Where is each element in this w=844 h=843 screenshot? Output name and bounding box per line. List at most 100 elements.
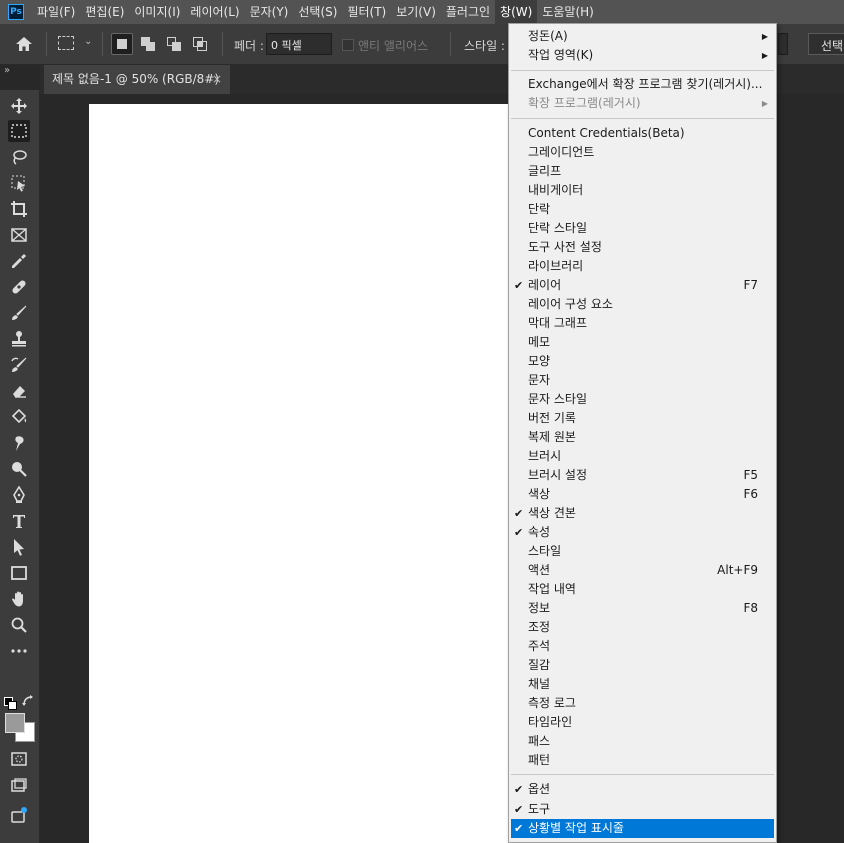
- menu-help[interactable]: 도움말(H): [537, 0, 599, 24]
- screen-mode-icon[interactable]: [8, 775, 30, 797]
- more-tools-icon[interactable]: [8, 640, 30, 662]
- menu-view[interactable]: 보기(V): [391, 0, 441, 24]
- frame-tool-icon[interactable]: [8, 224, 30, 246]
- feather-input[interactable]: 0 픽셀: [266, 33, 332, 55]
- menu-item[interactable]: 단락: [511, 200, 774, 219]
- crop-tool-icon[interactable]: [8, 198, 30, 220]
- clone-stamp-tool-icon[interactable]: [8, 328, 30, 350]
- menu-layer[interactable]: 레이어(L): [185, 0, 244, 24]
- select-and-mask-button[interactable]: 선택: [808, 33, 844, 55]
- menu-item[interactable]: 측정 로그: [511, 694, 774, 713]
- menu-item[interactable]: 패턴: [511, 751, 774, 770]
- dodge-tool-icon[interactable]: [8, 458, 30, 480]
- menu-item[interactable]: ✔ 옵션: [511, 780, 774, 799]
- menu-bar: Ps 파일(F) 편집(E) 이미지(I) 레이어(L) 문자(Y) 선택(S)…: [0, 0, 844, 24]
- menu-item[interactable]: 문자 스타일: [511, 390, 774, 409]
- check-icon: ✔: [514, 822, 524, 835]
- lasso-tool-icon[interactable]: [8, 146, 30, 168]
- menu-item[interactable]: 작업 내역: [511, 580, 774, 599]
- intersect-selection-button[interactable]: [190, 33, 212, 55]
- eraser-tool-icon[interactable]: [8, 380, 30, 402]
- marquee-preset-icon[interactable]: [58, 36, 74, 50]
- menu-item[interactable]: 그레이디언트: [511, 143, 774, 162]
- swap-colors-icon[interactable]: [21, 694, 35, 708]
- brush-tool-icon[interactable]: [8, 302, 30, 324]
- menu-item[interactable]: ✔ 도구: [511, 800, 774, 819]
- menu-item[interactable]: 도구 사전 설정: [511, 238, 774, 257]
- menu-select[interactable]: 선택(S): [293, 0, 342, 24]
- menu-item-find-extensions[interactable]: Exchange에서 확장 프로그램 찾기(레거시)...: [511, 75, 774, 94]
- menu-plugins[interactable]: 플러그인: [441, 0, 495, 24]
- menu-item-label: 조정: [528, 620, 551, 634]
- menu-item[interactable]: 패스: [511, 732, 774, 751]
- menu-filter[interactable]: 필터(T): [342, 0, 391, 24]
- object-selection-tool-icon[interactable]: [8, 172, 30, 194]
- add-selection-button[interactable]: [138, 33, 160, 55]
- rectangle-tool-icon[interactable]: [8, 562, 30, 584]
- home-icon[interactable]: [14, 34, 34, 54]
- eyedropper-tool-icon[interactable]: [8, 250, 30, 272]
- history-brush-tool-icon[interactable]: [8, 354, 30, 376]
- menu-item[interactable]: 색상 F6: [511, 485, 774, 504]
- menu-item[interactable]: 액션 Alt+F9: [511, 561, 774, 580]
- smudge-tool-icon[interactable]: [8, 432, 30, 454]
- quick-mask-icon[interactable]: [8, 748, 30, 770]
- foreground-color-swatch[interactable]: [5, 713, 25, 733]
- move-tool-icon[interactable]: [8, 95, 30, 117]
- document-canvas[interactable]: [89, 104, 509, 843]
- menu-item[interactable]: 모양: [511, 352, 774, 371]
- contextual-taskbar-icon[interactable]: [8, 804, 30, 826]
- menu-item[interactable]: ✔ 색상 견본: [511, 504, 774, 523]
- menu-window[interactable]: 창(W): [495, 0, 538, 24]
- menu-item[interactable]: 레이어 구성 요소: [511, 295, 774, 314]
- menu-item[interactable]: 채널: [511, 675, 774, 694]
- menu-item[interactable]: ✔ 상황별 작업 표시줄: [511, 819, 774, 838]
- menu-item[interactable]: 글리프: [511, 162, 774, 181]
- menu-item[interactable]: 주석: [511, 637, 774, 656]
- menu-item-label: 라이브러리: [528, 259, 584, 273]
- close-icon[interactable]: ×: [212, 65, 222, 94]
- rectangular-marquee-tool-icon[interactable]: [8, 120, 30, 142]
- height-input[interactable]: [778, 33, 788, 55]
- menu-item[interactable]: ✔ 속성: [511, 523, 774, 542]
- menu-item[interactable]: ✔ 레이어 F7: [511, 276, 774, 295]
- document-tab[interactable]: 제목 없음-1 @ 50% (RGB/8#) ×: [44, 65, 230, 94]
- menu-item[interactable]: 질감: [511, 656, 774, 675]
- menu-item[interactable]: 메모: [511, 333, 774, 352]
- menu-item-label: 브러시 설정: [528, 468, 588, 482]
- menu-item[interactable]: 정보 F8: [511, 599, 774, 618]
- menu-item[interactable]: 내비게이터: [511, 181, 774, 200]
- menu-item[interactable]: 스타일: [511, 542, 774, 561]
- menu-item[interactable]: 브러시: [511, 447, 774, 466]
- menu-item-arrange[interactable]: 정돈(A) ▶: [511, 27, 774, 46]
- collapse-toolbar-icon[interactable]: »: [4, 65, 10, 76]
- healing-brush-tool-icon[interactable]: [8, 276, 30, 298]
- chevron-down-icon[interactable]: ⌄: [84, 36, 92, 47]
- menu-image[interactable]: 이미지(I): [129, 0, 185, 24]
- menu-item[interactable]: 브러시 설정 F5: [511, 466, 774, 485]
- subtract-selection-button[interactable]: [164, 33, 186, 55]
- zoom-tool-icon[interactable]: [8, 614, 30, 636]
- menu-item[interactable]: 문자: [511, 371, 774, 390]
- menu-item-workspace[interactable]: 작업 영역(K) ▶: [511, 46, 774, 65]
- menu-file[interactable]: 파일(F): [32, 0, 80, 24]
- menu-edit[interactable]: 편집(E): [80, 0, 129, 24]
- menu-type[interactable]: 문자(Y): [245, 0, 294, 24]
- menu-item[interactable]: 막대 그래프: [511, 314, 774, 333]
- new-selection-button[interactable]: [111, 33, 133, 55]
- type-tool-icon[interactable]: [8, 510, 30, 532]
- pen-tool-icon[interactable]: [8, 484, 30, 506]
- menu-item[interactable]: 라이브러리: [511, 257, 774, 276]
- hand-tool-icon[interactable]: [8, 588, 30, 610]
- menu-item[interactable]: 버전 기록: [511, 409, 774, 428]
- menu-item[interactable]: 복제 원본: [511, 428, 774, 447]
- menu-item-label: 막대 그래프: [528, 316, 588, 330]
- path-selection-tool-icon[interactable]: [8, 536, 30, 558]
- paint-bucket-tool-icon[interactable]: [8, 406, 30, 428]
- menu-item-label: 도구: [528, 801, 551, 816]
- menu-item[interactable]: Content Credentials(Beta): [511, 124, 774, 143]
- menu-item[interactable]: 단락 스타일: [511, 219, 774, 238]
- antialias-checkbox[interactable]: [342, 39, 354, 51]
- menu-item[interactable]: 타임라인: [511, 713, 774, 732]
- menu-item[interactable]: 조정: [511, 618, 774, 637]
